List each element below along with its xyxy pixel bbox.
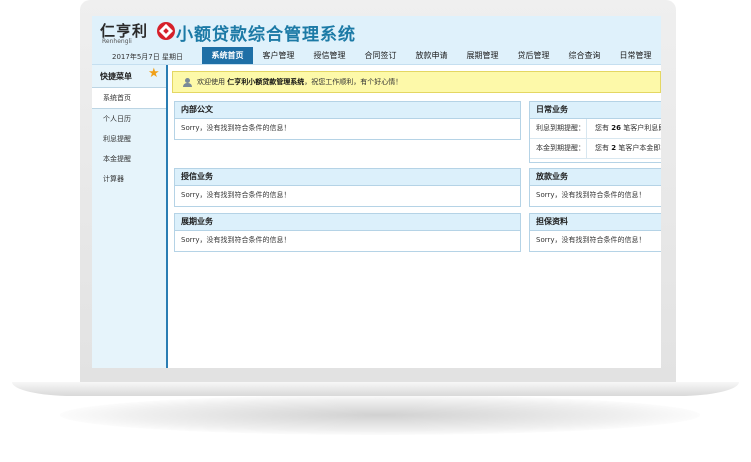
laptop-base (12, 382, 739, 396)
system-title: 小额贷款综合管理系统 (176, 25, 356, 45)
sidebar-item-principal-reminder[interactable]: 本金提醒 (92, 149, 166, 169)
welcome-system-name: 仁亨利小额贷款管理系统 (227, 78, 305, 86)
nav-credit[interactable]: 授信管理 (304, 47, 355, 64)
user-icon (183, 78, 192, 87)
panel-credit-business: 授信业务 Sorry，没有找到符合条件的信息！ (174, 168, 521, 207)
sidebar-item-calendar[interactable]: 个人日历 (92, 109, 166, 129)
logo-mark-icon (157, 22, 175, 40)
nav-loan-apply[interactable]: 放款申请 (406, 47, 457, 64)
panel-title: 担保资料 (530, 214, 661, 231)
current-date: 2017年5月7日 星期日 (112, 53, 183, 61)
sidebar: 快捷菜单 ★ 系统首页 个人日历 利息提醒 本金提醒 计算器 (92, 65, 168, 368)
panel-title: 日常业务 (530, 102, 661, 119)
panel-guarantee-data: 担保资料 Sorry，没有找到符合条件的信息！ (529, 213, 661, 252)
reminder-value: 您有 26 笔客户利息即 (595, 124, 661, 132)
sidebar-item-calculator[interactable]: 计算器 (92, 169, 166, 189)
panel-empty-message: Sorry，没有找到符合条件的信息！ (536, 191, 646, 199)
reminder-value: 您有 2 笔客户本金即将 (595, 144, 661, 152)
app-screen: 仁亨利 Renhengli 小额贷款综合管理系统 2017年5月7日 星期日 系… (92, 16, 661, 368)
company-logo[interactable]: 仁亨利 Renhengli (100, 20, 175, 46)
table-row[interactable]: 本金到期提醒： 您有 2 笔客户本金即将 (530, 139, 661, 159)
device-shadow (60, 395, 700, 435)
logo-subtext: Renhengli (102, 38, 132, 45)
sidebar-menu: 系统首页 个人日历 利息提醒 本金提醒 计算器 (92, 87, 166, 189)
panel-loan-business: 放款业务 Sorry，没有找到符合条件的信息！ (529, 168, 661, 207)
welcome-banner: 欢迎使用 仁亨利小额贷款管理系统，祝您工作顺利，有个好心情！ (172, 71, 661, 93)
panel-empty-message: Sorry，没有找到符合条件的信息！ (536, 236, 646, 244)
panel-extension-business: 展期业务 Sorry，没有找到符合条件的信息！ (174, 213, 521, 252)
nav-daily[interactable]: 日常管理 (610, 47, 661, 64)
reminder-label: 利息到期提醒： (536, 124, 585, 132)
welcome-message: 欢迎使用 仁亨利小额贷款管理系统，祝您工作顺利，有个好心情！ (197, 78, 403, 86)
panel-empty-message: Sorry，没有找到符合条件的信息！ (181, 236, 291, 244)
nav-query[interactable]: 综合查询 (559, 47, 610, 64)
reminder-label: 本金到期提醒： (536, 144, 585, 152)
panel-empty-message: Sorry，没有找到符合条件的信息！ (181, 124, 291, 132)
nav-post-loan[interactable]: 贷后管理 (508, 47, 559, 64)
nav-contract[interactable]: 合同签订 (355, 47, 406, 64)
table-row[interactable]: 利息到期提醒： 您有 26 笔客户利息即 (530, 119, 661, 139)
panel-title: 内部公文 (175, 102, 520, 119)
panel-empty-message: Sorry，没有找到符合条件的信息！ (181, 191, 291, 199)
main-nav: 系统首页 客户管理 授信管理 合同签订 放款申请 展期管理 贷后管理 综合查询 … (202, 47, 661, 64)
panel-internal-notice: 内部公文 Sorry，没有找到符合条件的信息！ (174, 101, 521, 140)
sidebar-item-interest-reminder[interactable]: 利息提醒 (92, 129, 166, 149)
panel-title: 放款业务 (530, 169, 661, 186)
nav-home[interactable]: 系统首页 (202, 47, 253, 64)
star-icon[interactable]: ★ (148, 66, 160, 81)
app-header: 仁亨利 Renhengli 小额贷款综合管理系统 2017年5月7日 星期日 系… (92, 16, 661, 65)
panel-title: 授信业务 (175, 169, 520, 186)
nav-extension[interactable]: 展期管理 (457, 47, 508, 64)
sidebar-item-home[interactable]: 系统首页 (92, 87, 166, 109)
nav-customer[interactable]: 客户管理 (253, 47, 304, 64)
main-content: 欢迎使用 仁亨利小额贷款管理系统，祝您工作顺利，有个好心情！ 内部公文 Sorr… (168, 65, 661, 368)
sidebar-title: 快捷菜单 (100, 72, 132, 81)
panel-daily-business: 日常业务 利息到期提醒： 您有 26 笔客户利息即 本金到期提醒： 您有 2 笔… (529, 101, 661, 163)
panel-title: 展期业务 (175, 214, 520, 231)
